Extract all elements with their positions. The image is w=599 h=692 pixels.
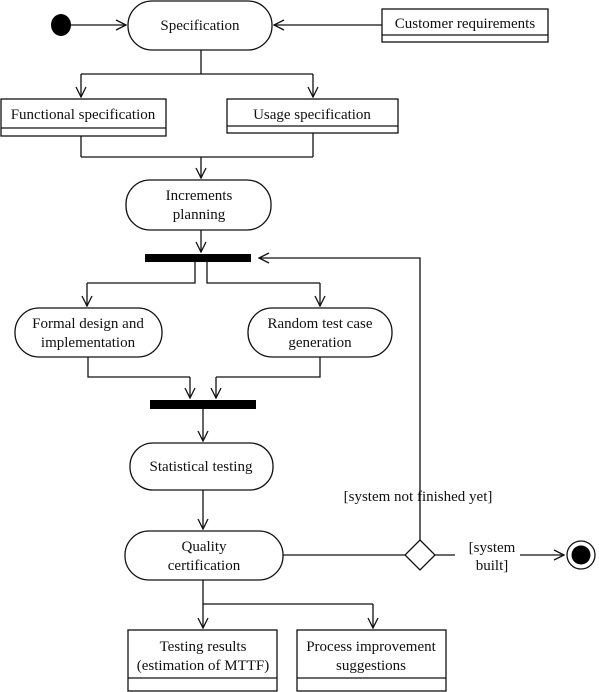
join-bar [150,400,256,409]
object-testing-results: Testing results (estimation of MTTF) [127,629,278,692]
label: generation [288,335,352,351]
label: certification [168,558,241,574]
label: Usage specification [253,107,371,123]
flow-join-merge [87,357,321,378]
label: implementation [41,335,136,351]
object-usage-specification: Usage specification [226,98,399,134]
label: Customer requirements [395,16,536,32]
action-increments-planning: Increments planning [125,179,272,231]
guard-not-finished: [system not finished yet] [344,489,493,505]
final-node [566,540,596,570]
label: Quality [182,539,227,555]
label: Testing results [160,639,247,655]
object-process-improvement: Process improvement suggestions [296,629,447,692]
label: Functional specification [11,107,156,123]
object-functional-specification: Functional specification [0,98,167,137]
action-statistical-testing: Statistical testing [129,442,274,491]
label: Specification [160,18,240,34]
decision-node [404,539,436,571]
label: Statistical testing [150,459,253,475]
action-random-test: Random test case generation [247,307,393,358]
initial-node [51,14,71,36]
action-quality-certification: Quality certification [124,530,284,581]
guard-built: [system [469,540,516,556]
label: (estimation of MTTF) [137,658,269,674]
action-specification: Specification [127,0,273,51]
label: planning [173,207,226,223]
label: Process improvement [306,639,436,655]
guard-built: built] [476,558,509,574]
activity-diagram: Specification Customer requirements Func… [0,0,596,692]
action-formal-design: Formal design and implementation [14,307,163,358]
flow-fork-split [87,262,320,284]
flow-quality-split [202,580,373,605]
object-customer-requirements: Customer requirements [381,8,549,43]
flow-spec-split [81,50,313,75]
label: Formal design and [32,316,144,332]
label: Increments [166,188,233,204]
label: Random test case [268,316,373,332]
fork-bar [145,254,251,262]
label: suggestions [336,658,406,674]
